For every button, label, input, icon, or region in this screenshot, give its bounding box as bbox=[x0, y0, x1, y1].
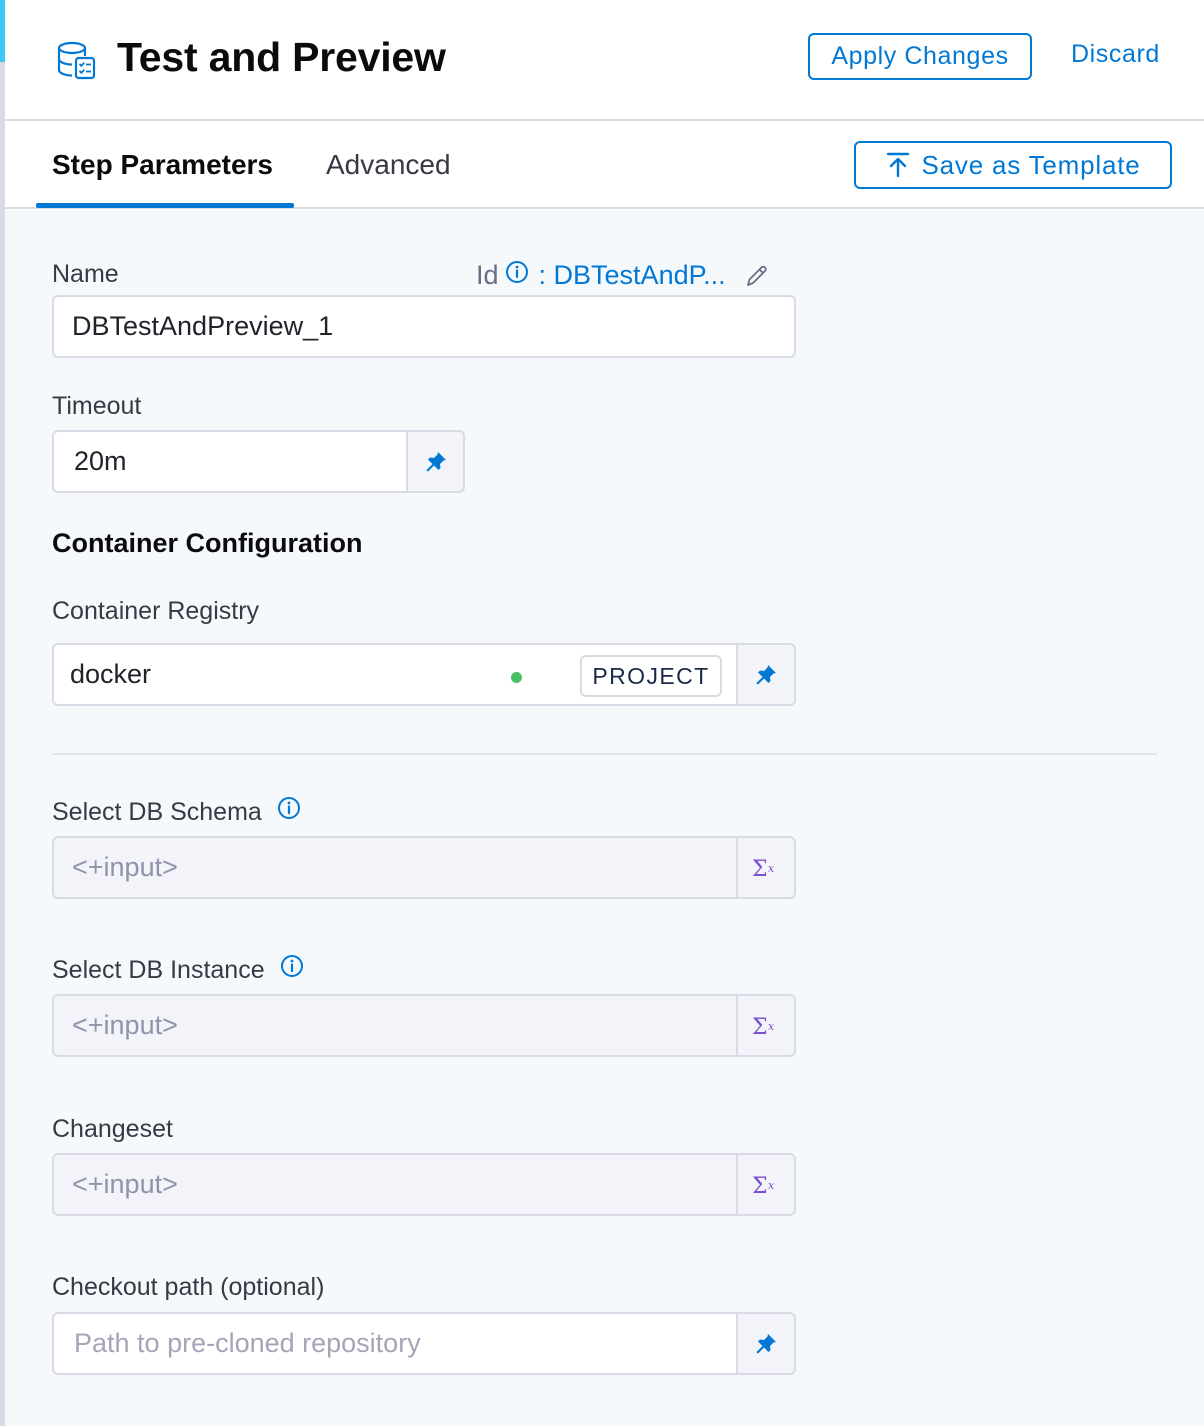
timeout-label: Timeout bbox=[52, 392, 142, 420]
active-tab-indicator bbox=[36, 203, 294, 208]
tab-advanced[interactable]: Advanced bbox=[326, 149, 451, 181]
section-divider bbox=[52, 753, 1157, 755]
checkout-path-pin-button[interactable] bbox=[736, 1312, 796, 1375]
pin-icon bbox=[426, 451, 446, 471]
database-check-icon bbox=[57, 41, 96, 80]
tab-bar: Step Parameters Advanced Save as Templat… bbox=[5, 121, 1204, 209]
id-label: Id bbox=[476, 260, 499, 290]
container-config-title: Container Configuration bbox=[52, 528, 363, 558]
changeset-label: Changeset bbox=[52, 1115, 173, 1143]
sigma-x-icon: Σ x bbox=[752, 1015, 775, 1039]
drawer-header: Test and Preview Apply Changes Discard bbox=[5, 0, 1204, 121]
timeout-pin-button[interactable] bbox=[406, 430, 465, 493]
container-registry-label: Container Registry bbox=[52, 597, 260, 625]
svg-text:x: x bbox=[768, 1179, 775, 1192]
checkout-path-label: Checkout path (optional) bbox=[52, 1273, 325, 1301]
sigma-x-icon: Σ x bbox=[752, 1174, 775, 1198]
sigma-x-icon: Σ x bbox=[752, 857, 775, 881]
step-form: Name Id : DBTestAndP... DBTestAndPreview… bbox=[5, 210, 1204, 1426]
checkout-path-input[interactable] bbox=[52, 1312, 738, 1375]
db-schema-expression-button[interactable]: Σ x bbox=[736, 836, 796, 899]
timeout-input[interactable]: 20m bbox=[52, 430, 408, 493]
id-value: : DBTestAndP... bbox=[538, 260, 726, 290]
info-icon[interactable] bbox=[280, 954, 304, 978]
info-icon[interactable] bbox=[505, 260, 529, 284]
svg-text:Σ: Σ bbox=[752, 1174, 768, 1198]
pin-icon bbox=[756, 664, 776, 684]
upload-arrow-icon bbox=[886, 152, 909, 178]
tab-step-parameters[interactable]: Step Parameters bbox=[52, 149, 273, 181]
container-registry-select[interactable]: docker PROJECT bbox=[52, 643, 758, 706]
db-schema-label: Select DB Schema bbox=[52, 796, 301, 827]
svg-text:x: x bbox=[768, 1020, 775, 1033]
pencil-icon[interactable] bbox=[744, 263, 770, 289]
db-schema-label-text: Select DB Schema bbox=[52, 798, 262, 826]
pin-icon bbox=[756, 1333, 776, 1353]
svg-text:Σ: Σ bbox=[752, 857, 768, 881]
name-label: Name bbox=[52, 260, 119, 288]
db-instance-label-text: Select DB Instance bbox=[52, 956, 265, 984]
page-title: Test and Preview bbox=[117, 34, 446, 80]
save-as-template-label: Save as Template bbox=[921, 149, 1141, 180]
svg-text:x: x bbox=[768, 862, 775, 875]
db-instance-input[interactable]: <+input> bbox=[52, 994, 738, 1057]
registry-pin-button[interactable] bbox=[736, 643, 796, 706]
changeset-expression-button[interactable]: Σ x bbox=[736, 1153, 796, 1216]
svg-text:Σ: Σ bbox=[752, 1015, 768, 1039]
apply-changes-button[interactable]: Apply Changes bbox=[808, 33, 1032, 80]
connector-status-dot bbox=[511, 672, 522, 683]
container-registry-value: docker bbox=[70, 659, 152, 689]
id-row: Id : DBTestAndP... bbox=[476, 260, 770, 291]
save-as-template-button[interactable]: Save as Template bbox=[854, 141, 1172, 189]
db-instance-expression-button[interactable]: Σ x bbox=[736, 994, 796, 1057]
db-schema-input[interactable]: <+input> bbox=[52, 836, 738, 899]
changeset-input[interactable]: <+input> bbox=[52, 1153, 738, 1216]
info-icon[interactable] bbox=[277, 796, 301, 820]
db-instance-label: Select DB Instance bbox=[52, 954, 304, 985]
scope-badge: PROJECT bbox=[580, 655, 722, 697]
discard-button[interactable]: Discard bbox=[1071, 40, 1160, 69]
name-input[interactable]: DBTestAndPreview_1 bbox=[52, 295, 796, 358]
